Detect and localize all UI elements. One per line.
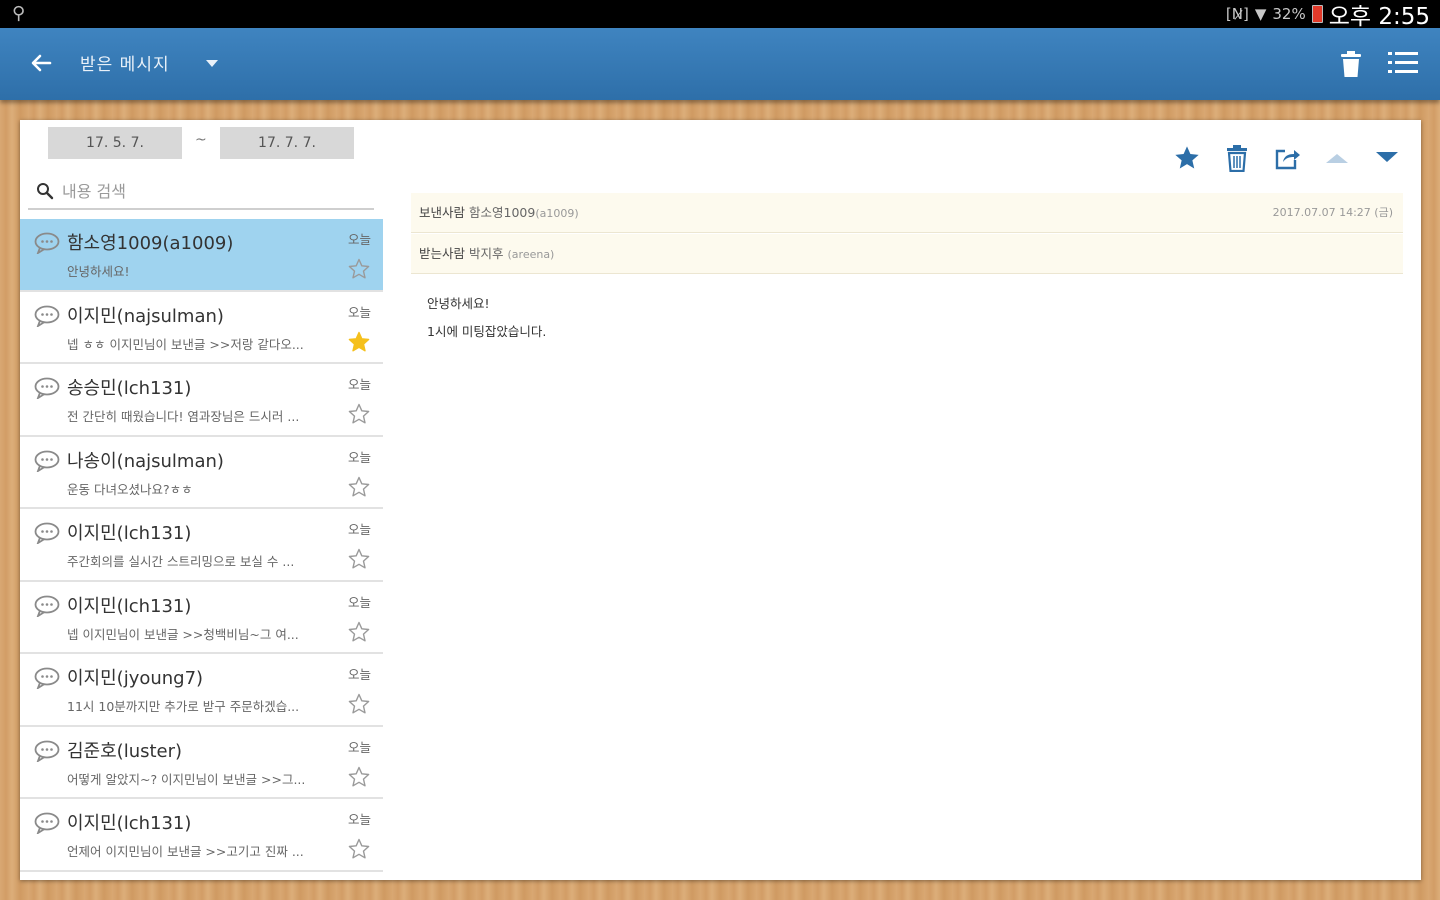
list-menu-icon[interactable] — [1388, 50, 1418, 76]
list-item[interactable]: 이지민(lch131) 오늘주간회의를 실시간 스트리밍으로 보실 수 ... — [20, 509, 383, 582]
star-icon[interactable] — [347, 475, 371, 499]
star-icon[interactable] — [347, 765, 371, 789]
search-box — [28, 172, 374, 210]
battery-icon — [1311, 5, 1323, 23]
wifi-icon: ▼ — [1254, 5, 1267, 23]
back-arrow-icon[interactable] — [28, 50, 54, 76]
message-preview: 넵 이지민님이 보낸글 >>청백비님~그 여... — [67, 626, 299, 642]
search-input[interactable] — [62, 176, 362, 206]
usb-icon: ⚲ — [12, 3, 26, 24]
chat-bubble-icon — [34, 377, 60, 399]
chat-bubble-icon — [34, 595, 60, 617]
message-day: 오늘 — [347, 667, 371, 682]
message-sender: 이지민(jyoung7) — [67, 668, 204, 689]
message-day: 오늘 — [347, 232, 371, 247]
list-item[interactable]: 이지민(lch131) 오늘넵 이지민님이 보낸글 >>청백비님~그 여... — [20, 582, 383, 654]
message-sender: 이지민(lch131) — [67, 595, 192, 617]
message-sender: 이지민(lch131) — [67, 813, 192, 834]
message-sender: 이지민(lch131) — [67, 523, 192, 544]
message-preview: 안녕하세요! — [67, 264, 130, 279]
search-icon — [37, 183, 54, 200]
status-indicators: [N̷] ▼ 32% 오후 2:55 — [1225, 0, 1430, 30]
chat-bubble-icon — [34, 232, 60, 254]
chat-bubble-icon — [34, 740, 60, 762]
message-day: 오늘 — [347, 522, 371, 537]
message-body: 안녕하세요! 1시에 미팅잡았습니다. — [427, 290, 546, 346]
list-item[interactable]: 이지민(lch131) 오늘언제어 이지민님이 보낸글 >>고기고 진짜 ... — [20, 799, 383, 872]
content-panel: 17. 5. 7. ~ 17. 7. 7. 함소영1009(a1009)오늘안녕… — [20, 120, 1421, 880]
message-sender: 김준호(luster) — [67, 740, 183, 762]
list-item[interactable]: 나송이(najsulman) 오늘운동 다녀오셨나요?ㅎㅎ — [20, 437, 383, 509]
chat-bubble-icon — [34, 812, 60, 834]
sender-name: 함소영1009 — [469, 205, 536, 220]
list-item[interactable]: 송승민(lch131) 오늘전 간단히 때웠습니다! 염과장님은 드시러 ... — [20, 364, 383, 437]
list-item[interactable]: 함소영1009(a1009) 오늘안녕하세요! — [20, 219, 383, 292]
star-icon[interactable] — [347, 257, 371, 281]
message-detail-pane: 보낸사람 함소영1009(a1009) 2017.07.07 14:27 (금)… — [383, 120, 1421, 880]
sender-label: 보낸사람 — [419, 205, 466, 220]
message-preview: 주간회의를 실시간 스트리밍으로 보실 수 ... — [67, 554, 295, 569]
chat-bubble-icon — [34, 450, 60, 472]
message-preview: 넵 ㅎㅎ 이지민님이 보낸글 >>저랑 같다오... — [67, 336, 304, 352]
message-preview: 전 간단히 때웠습니다! 염과장님은 드시러 ... — [67, 409, 300, 424]
message-body-line: 1시에 미팅잡았습니다. — [427, 324, 547, 339]
message-preview: 언제어 이지민님이 보낸글 >>고기고 진짜 ... — [67, 844, 304, 859]
message-day: 오늘 — [347, 594, 371, 610]
nfc-indicator: [N̷] — [1225, 5, 1249, 23]
list-item[interactable]: 이지민(najsulman) 오늘넵 ㅎㅎ 이지민님이 보낸글 >>저랑 같다오.… — [20, 292, 383, 364]
message-list-pane: 17. 5. 7. ~ 17. 7. 7. 함소영1009(a1009)오늘안녕… — [20, 120, 383, 880]
message-day: 오늘 — [347, 739, 371, 755]
star-icon[interactable] — [1173, 144, 1201, 172]
date-separator: ~ — [195, 132, 207, 148]
message-preview: 어떻게 알았지~? 이지민님이 보낸글 >>그... — [67, 771, 306, 787]
chat-bubble-icon — [34, 667, 60, 689]
star-icon[interactable] — [347, 620, 371, 644]
message-list: 함소영1009(a1009) 오늘 안녕하세요! 이지민(najsulman) 오늘 넵 … — [20, 219, 383, 872]
trash-icon[interactable] — [1223, 144, 1251, 172]
sender-row: 보낸사람 함소영1009(a1009) 2017.07.07 14:27 (금) — [411, 193, 1403, 233]
star-icon[interactable] — [347, 837, 371, 861]
trash-icon[interactable] — [1340, 50, 1362, 78]
sender-id: (a1009) — [535, 207, 579, 220]
date-from-button[interactable]: 17. 5. 7. — [48, 127, 182, 159]
list-item[interactable]: 김준호(luster) 오늘어떻게 알았지~? 이지민님이 보낸글 >>그... — [20, 727, 383, 799]
status-bar: ⚲ [N̷] ▼ 32% 오후 2:55 — [0, 0, 1440, 30]
list-item[interactable]: 이지민(jyoung7) 오늘 11시 10분까지만 추가로 받구 주문하겠습... — [20, 654, 383, 727]
clock: 오후 2:55 — [1328, 4, 1430, 30]
action-bar: 받은 메시지 — [0, 28, 1440, 100]
dropdown-icon[interactable] — [206, 60, 218, 67]
star-icon[interactable] — [347, 547, 371, 571]
star-icon[interactable] — [347, 692, 371, 716]
arrow-down-icon[interactable] — [1373, 144, 1401, 172]
share-icon[interactable] — [1273, 144, 1301, 172]
message-sender: 송승민(lch131) — [67, 378, 192, 399]
arrow-up-icon[interactable] — [1323, 144, 1351, 172]
message-day: 오늘 — [347, 449, 371, 465]
message-preview: 운동 다녀오셨나요?ㅎㅎ — [67, 481, 193, 497]
message-body-line: 안녕하세요! — [427, 296, 490, 311]
message-sender: 나송이(najsulman) — [67, 450, 224, 472]
message-day: 오늘 — [347, 812, 371, 827]
chat-bubble-icon — [34, 522, 60, 544]
message-sender: 함소영1009(a1009) — [67, 233, 234, 254]
message-day: 오늘 — [347, 377, 371, 392]
receiver-name: 박지후 — [469, 246, 504, 261]
star-icon[interactable] — [347, 330, 371, 354]
message-day: 오늘 — [347, 304, 371, 320]
page-title[interactable]: 받은 메시지 — [80, 50, 170, 75]
receiver-id: (areena) — [507, 248, 555, 261]
battery-percent: 32% — [1272, 5, 1306, 23]
receiver-label: 받는사람 — [419, 246, 466, 261]
chat-bubble-icon — [34, 305, 60, 327]
message-preview: 11시 10분까지만 추가로 받구 주문하겠습... — [67, 699, 300, 714]
message-sender: 이지민(najsulman) — [67, 305, 224, 327]
star-icon[interactable] — [347, 402, 371, 426]
message-date: 2017.07.07 14:27 (금) — [1272, 206, 1393, 219]
date-to-button[interactable]: 17. 7. 7. — [220, 127, 354, 159]
receiver-row: 받는사람 박지후 (areena) — [411, 234, 1403, 274]
